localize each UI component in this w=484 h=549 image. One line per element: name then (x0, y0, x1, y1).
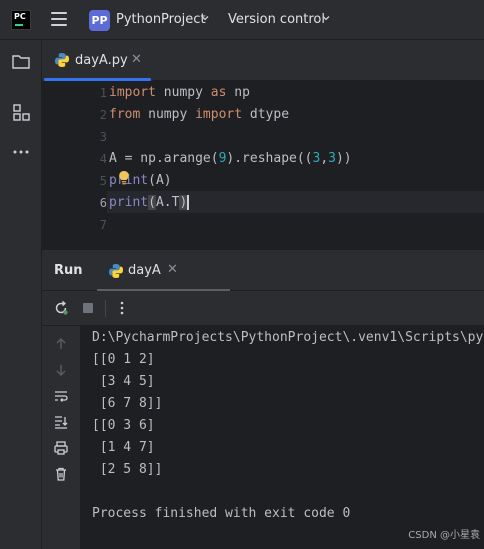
title-bar: PC PP PythonProject Version control (0, 0, 484, 40)
line-number: 3 (99, 130, 107, 144)
python-file-icon (109, 264, 123, 278)
line-number-gutter: 1 2 3 4 5 6 7 (42, 81, 107, 249)
editor-tab-label: dayA.py (75, 53, 128, 68)
arrow-down-icon[interactable] (53, 362, 69, 378)
line-number: 4 (99, 152, 107, 166)
project-name-dropdown[interactable]: PythonProject (116, 12, 206, 27)
version-control-dropdown[interactable]: Version control (228, 12, 325, 27)
toolbar-separator (105, 300, 106, 317)
console-line: D:\PycharmProjects\PythonProject\.venv1\… (92, 330, 484, 345)
run-tab-dayA[interactable]: dayA ✕ (97, 250, 230, 291)
soft-wrap-icon[interactable] (53, 388, 69, 404)
line-number: 6 (99, 196, 107, 210)
pycharm-logo-icon[interactable]: PC (11, 10, 31, 30)
editor-tab-bar: dayA.py ✕ (42, 40, 484, 81)
run-tab-label: dayA (128, 263, 161, 278)
folder-icon[interactable] (11, 52, 31, 72)
close-icon[interactable]: ✕ (131, 52, 142, 67)
console-output[interactable]: D:\PycharmProjects\PythonProject\.venv1\… (81, 326, 484, 549)
rerun-icon[interactable] (53, 300, 69, 316)
chevron-down-icon[interactable] (201, 14, 209, 22)
stop-icon[interactable] (80, 300, 96, 316)
chevron-down-icon[interactable] (322, 14, 330, 22)
more-vertical-icon[interactable] (114, 300, 130, 316)
code-line: A = np.arange(9).reshape((3,3)) (109, 151, 352, 166)
code-line: from numpy import dtype (109, 107, 290, 122)
run-tool-window-header: Run dayA ✕ (42, 249, 484, 291)
more-horizontal-icon[interactable] (11, 142, 31, 162)
console-line: [[0 3 6] (92, 418, 155, 433)
line-number: 2 (99, 108, 107, 122)
console-line: [[0 1 2] (92, 352, 155, 367)
console-line: [2 5 8]] (92, 462, 163, 477)
project-badge[interactable]: PP (89, 10, 110, 31)
console-side-toolbar (42, 326, 81, 549)
print-icon[interactable] (53, 440, 69, 456)
run-toolbar (42, 291, 484, 326)
tool-window-strip (0, 40, 42, 549)
python-file-icon (55, 53, 69, 67)
code-line: print(A.T) (109, 195, 190, 210)
line-number: 7 (99, 218, 107, 232)
console-line: [1 4 7] (92, 440, 155, 455)
console-line: [6 7 8]] (92, 396, 163, 411)
app-logo-text: PC (14, 12, 26, 21)
run-panel-title: Run (54, 263, 83, 278)
hamburger-menu-icon[interactable] (51, 12, 67, 26)
code-line: import numpy as np (109, 85, 250, 100)
scroll-to-end-icon[interactable] (53, 414, 69, 430)
console-line: Process finished with exit code 0 (92, 506, 351, 521)
arrow-up-icon[interactable] (53, 336, 69, 352)
lightbulb-icon[interactable] (118, 170, 130, 186)
editor-tab-dayA[interactable]: dayA.py ✕ (42, 40, 153, 81)
line-number: 5 (99, 174, 107, 188)
console-line: [3 4 5] (92, 374, 155, 389)
structure-icon[interactable] (11, 102, 31, 122)
close-icon[interactable]: ✕ (167, 262, 178, 277)
line-number: 1 (99, 86, 107, 100)
watermark: CSDN @小星袁 (408, 530, 480, 541)
trash-icon[interactable] (53, 466, 69, 482)
code-editor[interactable]: 1 2 3 4 5 6 7 import numpy as np from nu… (42, 81, 484, 249)
